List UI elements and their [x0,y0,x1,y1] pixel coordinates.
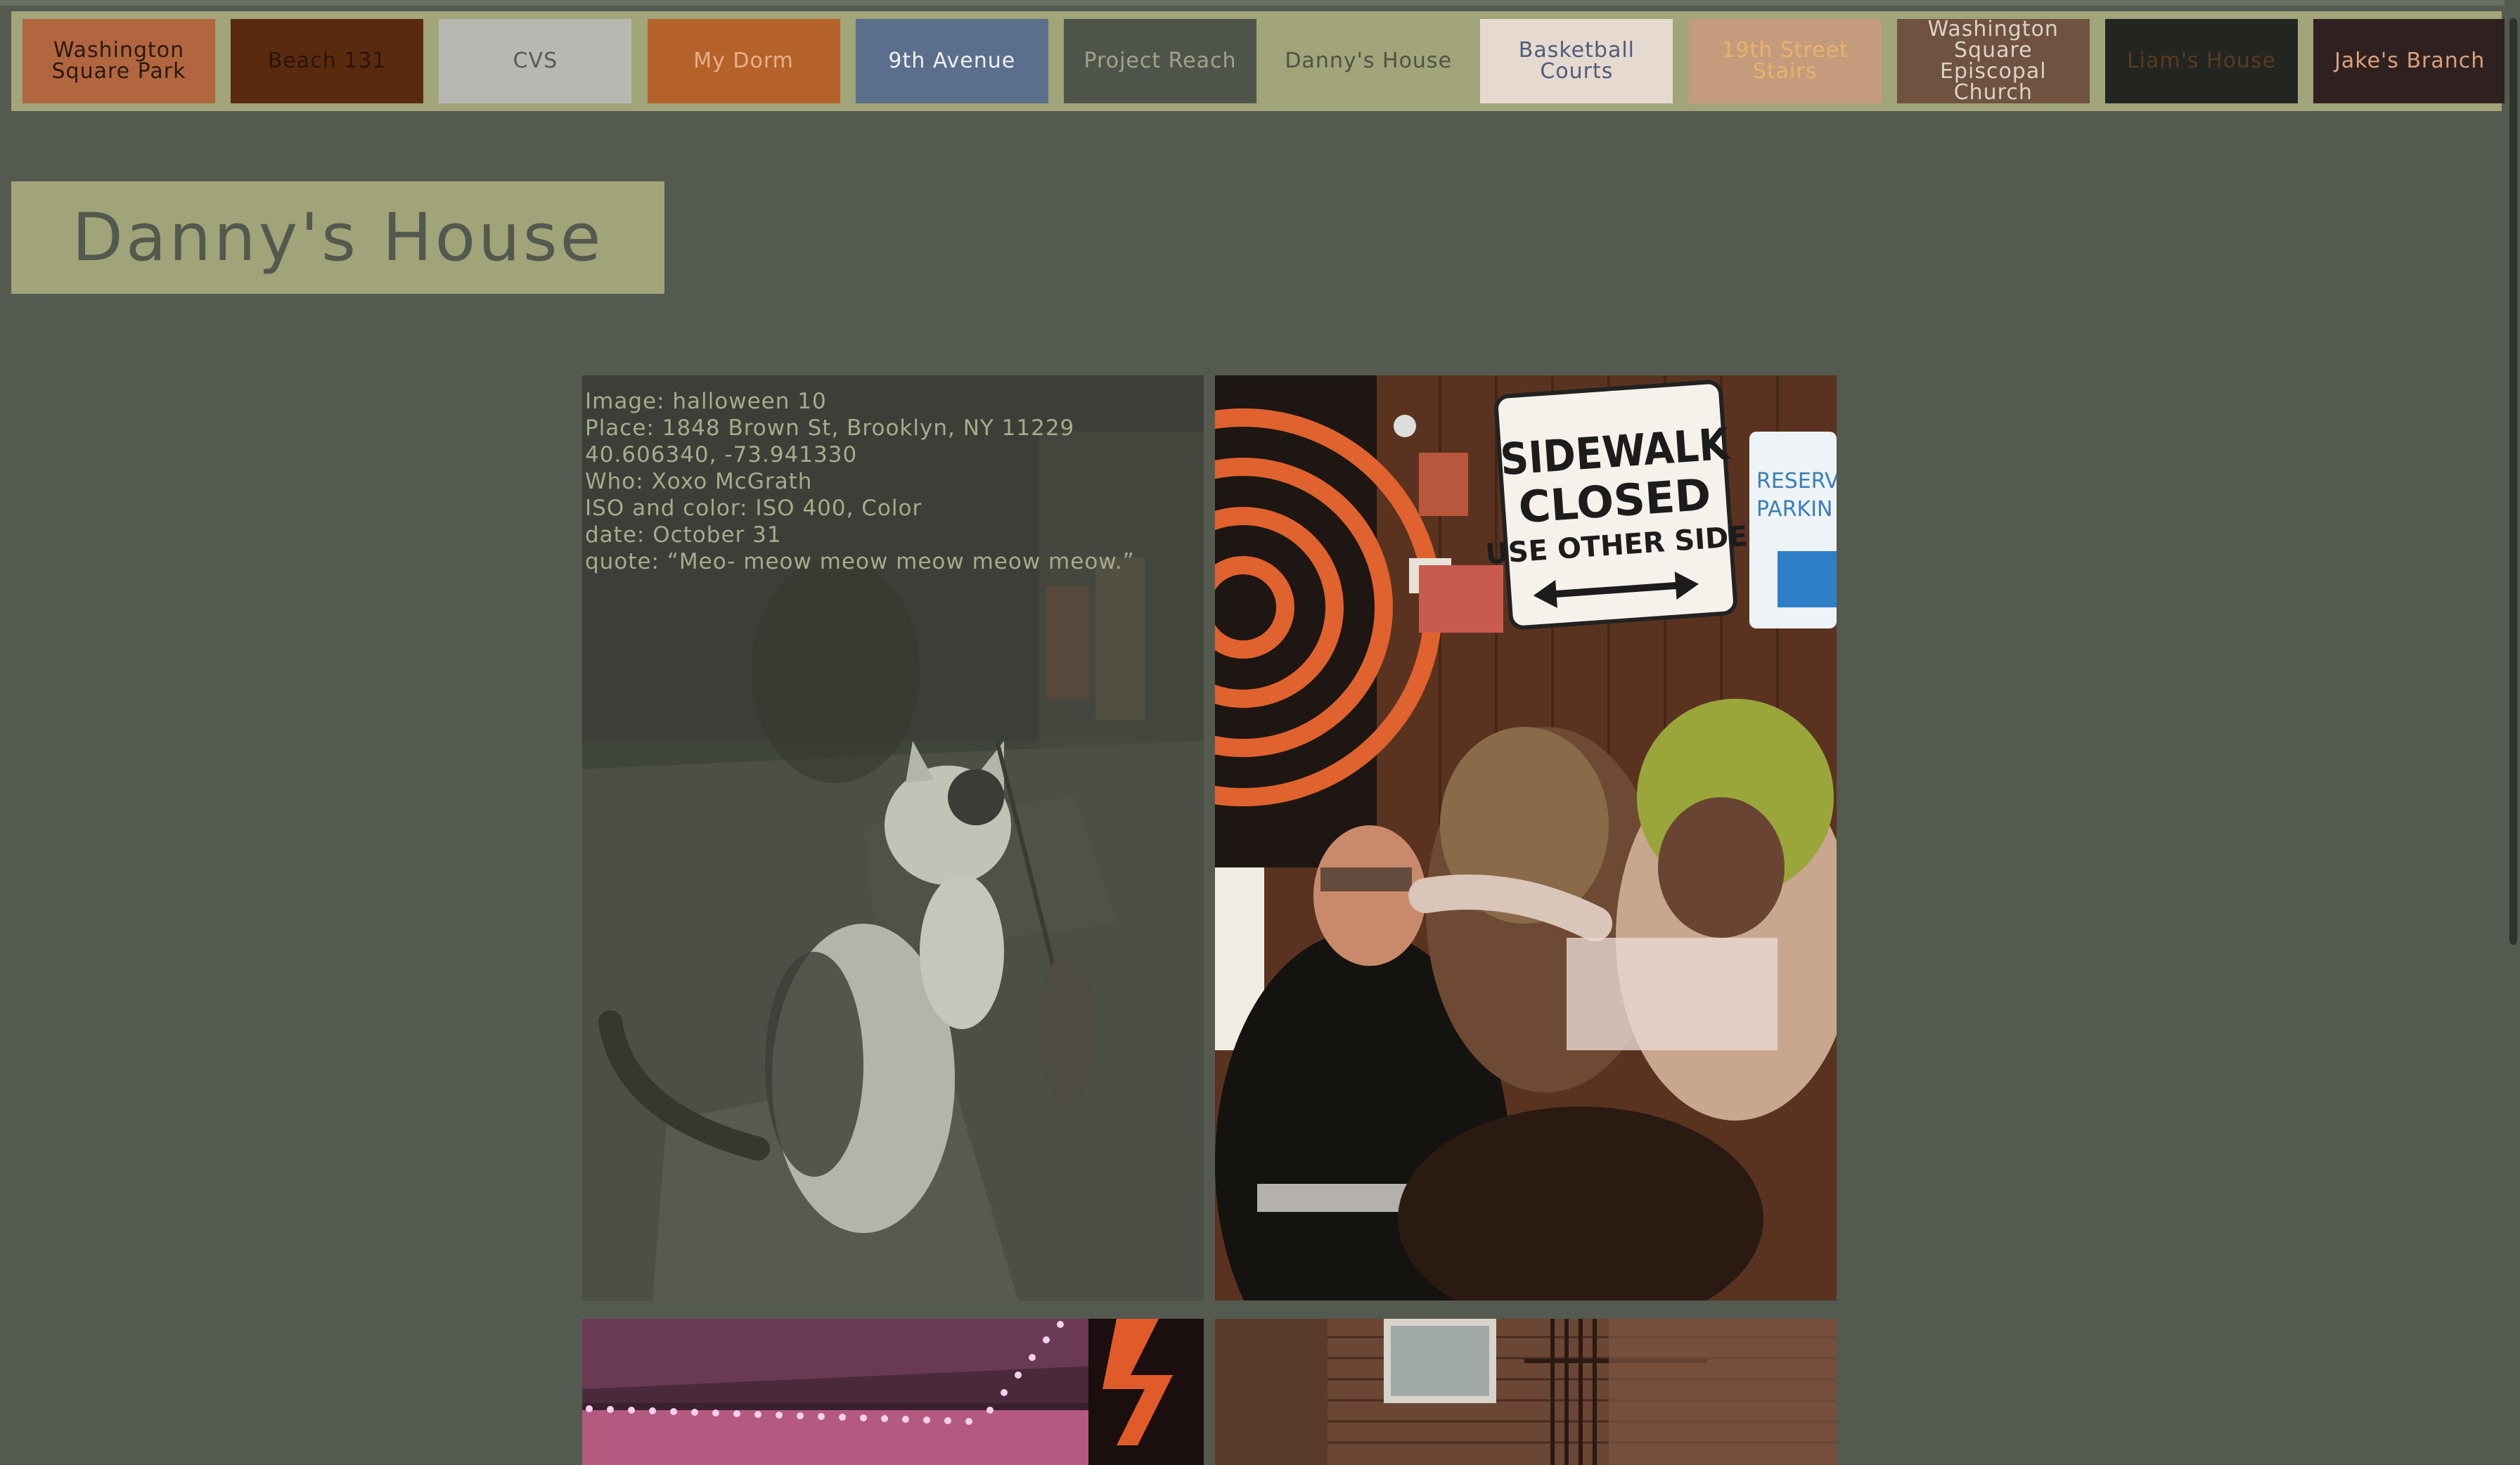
nav-item-washington-square-park[interactable]: Washington Square Park [22,19,215,103]
party-photo-image: SIDEWALK CLOSED USE OTHER SIDE RESERV PA… [1215,375,1837,1301]
sign2-line2: PARKIN [1756,497,1833,522]
nav-item-basketball-courts[interactable]: Basketball Courts [1480,19,1673,103]
nav-item-label: 9th Avenue [888,49,1016,73]
caption-place: Place: 1848 Brown St, Brooklyn, NY 11229… [585,415,1083,467]
caption-iso: ISO and color: ISO 400, Color [585,496,922,521]
nav-item-jake-s-branch[interactable]: Jake's Branch [2313,19,2507,103]
nav-item-cvs[interactable]: CVS [439,19,632,103]
sign2-line1: RESERV [1756,469,1837,493]
nav-item-danny-s-house[interactable]: Danny's House [1272,19,1465,103]
nav-item-label: Washington Square Episcopal Church [1927,17,2059,105]
photo-brick-building[interactable] [1215,1319,1837,1465]
nav-item-label: My Dorm [693,49,794,73]
page-title-box: Danny's House [11,181,664,294]
nav-item-label: Jake's Branch [2334,49,2486,73]
nav-item-liam-s-house[interactable]: Liam's House [2105,19,2298,103]
caption-quote: quote: “Meo- meow meow meow meow meow.” [585,549,1135,574]
top-border [0,0,2520,6]
brick-building-image [1215,1319,1837,1465]
location-nav: Washington Square Park Beach 131 CVS My Dor… [11,11,2507,111]
nav-item-label: Project Reach [1084,49,1237,73]
nav-item-washington-square-episcopal-church[interactable]: Washington Square Episcopal Church [1896,17,2090,105]
photo-party-sign[interactable]: SIDEWALK CLOSED USE OTHER SIDE RESERV PA… [1215,375,1837,1301]
nav-item-label: Basketball Courts [1518,38,1635,84]
scrollbar-thumb[interactable] [2509,18,2517,945]
nav-item-label: Washington Square Park [51,38,186,84]
photo-cat-halloween[interactable]: Image: halloween 10 Place: 1848 Brown St… [582,375,1204,1301]
caption-who: Who: Xoxo McGrath [585,469,813,494]
scrollbar[interactable] [2505,0,2520,1465]
photo-caption: Image: halloween 10 Place: 1848 Brown St… [585,388,1201,575]
caption-date: date: October 31 [585,522,782,548]
nav-item-my-dorm[interactable]: My Dorm [647,19,840,103]
nav-item-beach-131[interactable]: Beach 131 [231,19,424,103]
nav-item-label: Liam's House [2126,49,2277,73]
nav-item-project-reach[interactable]: Project Reach [1064,19,1256,103]
nav-item-9th-avenue[interactable]: 9th Avenue [855,19,1048,103]
nav-item-label: Danny's House [1285,49,1453,73]
nav-item-19th-street-stairs[interactable]: 19th Street Stairs [1688,19,1882,103]
pink-lights-image [582,1319,1204,1465]
photo-pink-lights[interactable] [582,1319,1204,1465]
caption-image: Image: halloween 10 [585,389,827,414]
nav-item-label: 19th Street Stairs [1721,38,1849,84]
nav-item-label: CVS [513,49,558,73]
nav-item-label: Beach 131 [267,49,387,73]
page-title: Danny's House [72,199,604,276]
